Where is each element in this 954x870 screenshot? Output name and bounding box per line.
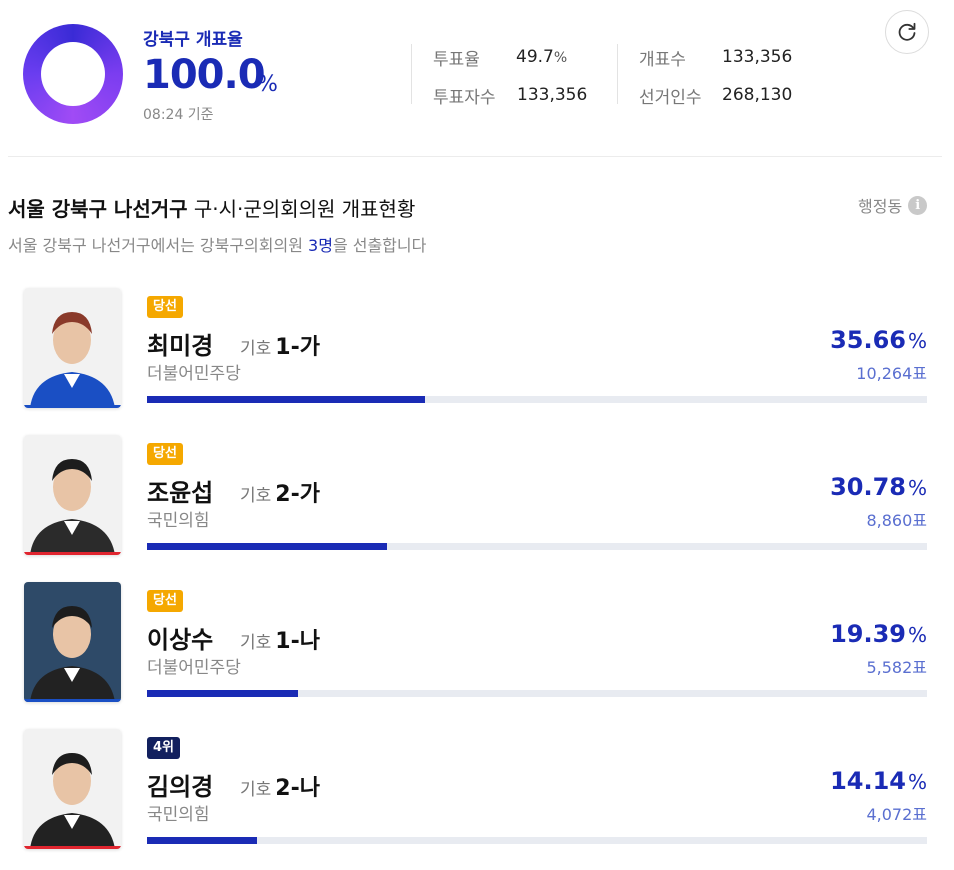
vote-percentage-unit: % [907,770,927,794]
candidate-photo [24,582,121,702]
ballot-symbol-number: 1-가 [275,335,320,360]
candidate-row[interactable]: 4위김의경 기호 2-나국민의힘 14.14% 4,072표 [0,729,954,869]
turnout-unit: % [553,50,568,66]
vote-share-bar [147,690,927,697]
ballot-symbol-number: 1-나 [275,629,320,654]
vote-count: 10,264표 [856,364,927,383]
counting-rate-title: 강북구 개표율 [143,30,243,50]
vote-percentage-value: 19.39 [830,620,906,648]
elected-badge: 당선 [147,590,183,612]
stats-divider [411,44,412,104]
ballot-symbol-number: 2-가 [275,482,320,507]
dong-label: 행정동 [858,197,903,216]
ballot-symbol-label: 기호 [240,486,272,506]
ballot-symbol: 기호 1-가 [240,329,320,361]
elected-badge: 당선 [147,443,183,465]
candidate-row[interactable]: 당선최미경 기호 1-가더불어민주당 35.66% 10,264표 [0,288,954,428]
elected-badge: 당선 [147,296,183,318]
vote-share-fill [147,396,426,403]
vote-percentage-unit: % [907,329,927,353]
section-title-district: 서울 강북구 나선거구 [8,197,188,221]
candidate-party: 더불어민주당 [147,364,241,384]
vote-percentage-unit: % [907,476,927,500]
ballot-symbol-label: 기호 [240,339,272,359]
vote-percentage-unit: % [907,623,927,647]
info-icon[interactable]: i [908,195,928,215]
vote-share-fill [147,690,299,697]
vote-percentage-value: 30.78 [830,473,906,501]
ballot-symbol: 기호 2-가 [240,476,320,508]
subtitle-text: 서울 강북구 나선거구에서는 강북구의회의원 [8,236,309,255]
section-title: 서울 강북구 나선거구 구·시·군의회의원 개표현황 [8,193,415,222]
candidate-name: 김의경 [147,773,214,801]
ballot-symbol-number: 2-나 [275,776,320,801]
turnout-label: 투표율 [433,50,480,70]
subtitle-end: 을 선출합니다 [332,236,427,255]
vote-count: 4,072표 [866,805,927,824]
candidate-photo [24,729,121,849]
electorate-value: 268,130 [722,85,793,105]
electorate-label: 선거인수 [639,88,702,108]
section-subtitle: 서울 강북구 나선거구에서는 강북구의회의원 3명을 선출합니다 [8,232,426,256]
vote-percentage: 14.14% [830,767,927,795]
candidate-name: 최미경 [147,332,214,360]
candidate-row[interactable]: 당선조윤섭 기호 2-가국민의힘 30.78% 8,860표 [0,435,954,575]
header-divider [8,156,942,157]
vote-percentage: 35.66% [830,326,927,354]
stats-divider [617,44,618,104]
vote-share-fill [147,837,258,844]
turnout-value-wrap: 49.7% [516,47,567,67]
voters-value: 133,356 [517,85,588,105]
candidate-party: 국민의힘 [147,805,210,825]
ballot-symbol-label: 기호 [240,780,272,800]
candidate-photo [24,288,121,408]
refresh-icon [898,22,916,41]
counting-rate-donut-chart [23,24,123,124]
vote-count: 5,582표 [866,658,927,677]
seat-count: 3명 [308,236,333,255]
vote-share-bar [147,543,927,550]
ballot-symbol: 기호 2-나 [240,770,320,802]
candidate-row[interactable]: 당선이상수 기호 1-나더불어민주당 19.39% 5,582표 [0,582,954,722]
counting-rate-value: 100.0 [143,52,266,98]
vote-percentage: 19.39% [830,620,927,648]
vote-share-bar [147,396,927,403]
ballot-symbol: 기호 1-나 [240,623,320,655]
candidate-name: 이상수 [147,626,214,654]
candidate-party: 더불어민주당 [147,658,241,678]
vote-count: 8,860표 [866,511,927,530]
candidate-name: 조윤섭 [147,479,214,507]
candidate-photo [24,435,121,555]
vote-share-bar [147,837,927,844]
vote-percentage-value: 14.14 [830,767,906,795]
dong-toggle[interactable]: 행정동 i [858,193,928,217]
refresh-button[interactable] [885,10,929,54]
counted-value: 133,356 [722,47,793,67]
counting-timestamp: 08:24 기준 [143,107,214,123]
counted-label: 개표수 [639,50,686,70]
section-title-rest: 구·시·군의회의원 개표현황 [187,197,416,221]
vote-percentage: 30.78% [830,473,927,501]
candidate-party: 국민의힘 [147,511,210,531]
ballot-symbol-label: 기호 [240,633,272,653]
vote-percentage-value: 35.66 [830,326,906,354]
voters-label: 투표자수 [433,88,496,108]
rank-badge: 4위 [147,737,181,759]
turnout-value: 49.7 [516,47,554,67]
counting-rate-unit: % [257,72,278,97]
vote-share-fill [147,543,388,550]
